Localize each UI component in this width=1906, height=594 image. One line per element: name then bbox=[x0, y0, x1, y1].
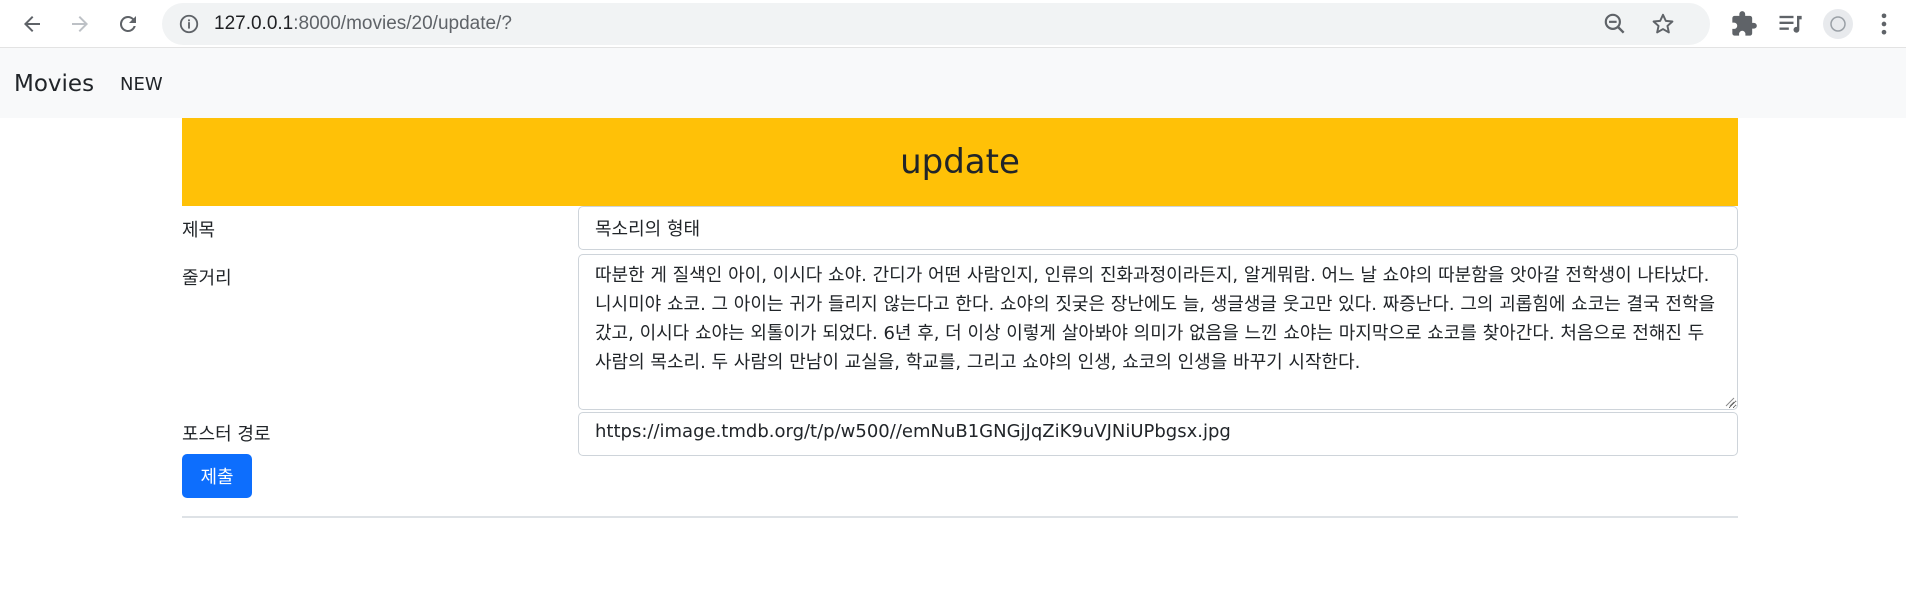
main-container: update 제목 목소리의 형태 줄거리 따분한 게 질색인 아이, 이시다 … bbox=[182, 118, 1738, 518]
divider bbox=[182, 516, 1738, 518]
reload-icon[interactable] bbox=[108, 4, 148, 44]
poster-path-input[interactable]: https://image.tmdb.org/t/p/w500//emNuB1G… bbox=[578, 412, 1738, 456]
plot-label: 줄거리 bbox=[182, 268, 232, 289]
forward-arrow-icon[interactable] bbox=[60, 4, 100, 44]
title-label: 제목 bbox=[182, 220, 216, 241]
title-input[interactable]: 목소리의 형태 bbox=[578, 206, 1738, 250]
navbar-brand[interactable]: Movies bbox=[14, 71, 94, 97]
url-host: 127.0.0.1 bbox=[214, 13, 294, 34]
url-text[interactable]: 127.0.0.1:8000/movies/20/update/? bbox=[214, 13, 512, 35]
reading-list-icon[interactable] bbox=[1776, 10, 1804, 38]
site-info-icon[interactable] bbox=[178, 13, 200, 35]
plot-text: 따분한 게 질색인 아이, 이시다 쇼야. 간디가 어떤 사람인지, 인류의 진… bbox=[595, 265, 1716, 373]
poster-label: 포스터 경로 bbox=[182, 424, 271, 445]
back-arrow-icon[interactable] bbox=[12, 4, 52, 44]
profile-icon[interactable] bbox=[1822, 8, 1854, 40]
movie-update-form: 제목 목소리의 형태 줄거리 따분한 게 질색인 아이, 이시다 쇼야. 간디가… bbox=[182, 206, 1738, 456]
page-title: update bbox=[900, 142, 1020, 182]
more-menu-icon[interactable] bbox=[1870, 10, 1898, 38]
extensions-icon[interactable] bbox=[1730, 10, 1758, 38]
resize-handle-icon[interactable] bbox=[1723, 395, 1735, 407]
browser-toolbar: 127.0.0.1:8000/movies/20/update/? bbox=[0, 0, 1906, 48]
app-navbar: Movies NEW bbox=[0, 48, 1906, 118]
page-header: update bbox=[182, 118, 1738, 206]
plot-textarea[interactable]: 따분한 게 질색인 아이, 이시다 쇼야. 간디가 어떤 사람인지, 인류의 진… bbox=[578, 254, 1738, 410]
zoom-icon[interactable] bbox=[1602, 11, 1628, 37]
bookmark-star-icon[interactable] bbox=[1650, 11, 1676, 37]
poster-row: 포스터 경로 https://image.tmdb.org/t/p/w500//… bbox=[182, 412, 1738, 456]
plot-row: 줄거리 따분한 게 질색인 아이, 이시다 쇼야. 간디가 어떤 사람인지, 인… bbox=[182, 252, 1738, 410]
url-path: :8000/movies/20/update/? bbox=[293, 13, 512, 34]
address-bar[interactable]: 127.0.0.1:8000/movies/20/update/? bbox=[162, 3, 1710, 45]
nav-link-new[interactable]: NEW bbox=[120, 74, 163, 95]
title-row: 제목 목소리의 형태 bbox=[182, 206, 1738, 250]
submit-button[interactable]: 제출 bbox=[182, 454, 252, 498]
